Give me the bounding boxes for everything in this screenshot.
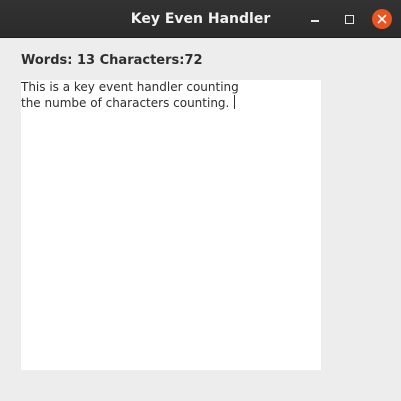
word-character-count-label: Words: 13 Characters:72 [21, 53, 203, 69]
characters-label: Characters: [99, 53, 185, 68]
minimize-button[interactable] [305, 9, 325, 29]
text-input-content: This is a key event handler counting the… [21, 80, 239, 110]
maximize-icon [344, 14, 354, 24]
text-cursor [234, 95, 236, 109]
maximize-button[interactable] [339, 9, 359, 29]
words-count: 13 [77, 53, 96, 68]
close-icon [372, 9, 392, 29]
application-window: Key Even Handler Words: 13 Characters:72… [0, 0, 401, 401]
minimize-icon [311, 20, 319, 22]
close-button[interactable] [372, 9, 392, 29]
title-bar[interactable]: Key Even Handler [0, 0, 401, 38]
text-input-area[interactable]: This is a key event handler counting the… [21, 80, 321, 370]
characters-count: 72 [184, 53, 203, 68]
words-label: Words: [21, 53, 73, 68]
